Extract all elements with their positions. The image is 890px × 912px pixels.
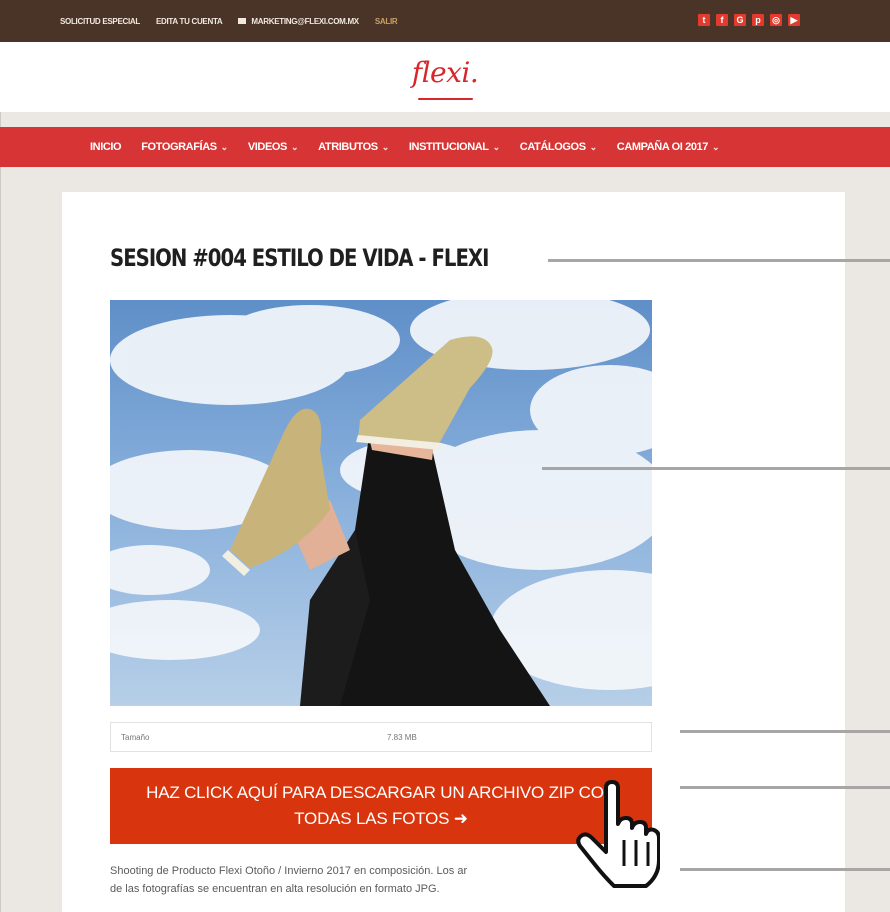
- site-logo[interactable]: flexi.: [0, 56, 890, 89]
- main-nav: INICIO FOTOGRAFÍAS ⌄ VIDEOS ⌄ ATRIBUTOS ⌄ INSTI…: [0, 127, 890, 167]
- logo-swoosh: [418, 98, 473, 100]
- nav-item-label: INICIO: [90, 141, 122, 153]
- chevron-down-icon: ⌄: [220, 142, 229, 152]
- nav-item-videos[interactable]: VIDEOS ⌄: [247, 141, 299, 153]
- nav-item-label: INSTITUCIONAL: [408, 141, 489, 153]
- callout-line-button: [680, 786, 890, 789]
- nav-item-label: CAMPAÑA OI 2017: [616, 141, 709, 153]
- description-line-2: de las fotografías se encuentran en alta…: [110, 883, 440, 895]
- chevron-down-icon: ⌄: [712, 142, 720, 152]
- nav-item-catálogos[interactable]: CATÁLOGOS ⌄: [520, 141, 597, 153]
- email-link[interactable]: MARKETING@FLEXI.COM.MX: [238, 16, 359, 26]
- social-links: t f G p ◎ ▶: [698, 14, 800, 26]
- callout-line-title: [548, 259, 890, 262]
- mail-icon: [238, 18, 247, 25]
- youtube-icon[interactable]: ▶: [788, 14, 800, 26]
- top-links: SOLICITUD ESPECIAL EDITA TU CUENTA MARKE…: [60, 0, 398, 42]
- info-table: Tamaño 7.83 MB: [110, 722, 652, 752]
- callout-line-photo: [542, 467, 890, 470]
- chevron-down-icon: ⌄: [291, 142, 299, 152]
- callout-line-info: [680, 730, 890, 733]
- nav-item-institucional[interactable]: INSTITUCIONAL ⌄: [409, 141, 500, 153]
- top-bar: SOLICITUD ESPECIAL EDITA TU CUENTA MARKE…: [0, 0, 890, 42]
- nav-item-fotografías[interactable]: FOTOGRAFÍAS ⌄: [141, 141, 228, 153]
- session-photo[interactable]: [110, 300, 652, 706]
- nav-item-label: CATÁLOGOS: [519, 141, 586, 153]
- description-line-1: Shooting de Producto Flexi Otoño / Invie…: [110, 865, 468, 877]
- nav-items: INICIO FOTOGRAFÍAS ⌄ VIDEOS ⌄ ATRIBUTOS ⌄ INSTI…: [90, 127, 720, 167]
- chevron-down-icon: ⌄: [492, 142, 501, 152]
- logout-link[interactable]: SALIR: [375, 17, 398, 26]
- size-label: Tamaño: [121, 733, 150, 742]
- nav-item-inicio[interactable]: INICIO: [90, 141, 122, 153]
- nav-item-label: VIDEOS: [247, 141, 288, 153]
- instagram-icon[interactable]: ◎: [770, 14, 782, 26]
- page-title: SESION #004 ESTILO DE VIDA - FLEXI: [110, 244, 489, 272]
- hand-pointer-icon: [576, 780, 661, 895]
- facebook-icon[interactable]: f: [716, 14, 728, 26]
- edit-account-link[interactable]: EDITA TU CUENTA: [156, 17, 223, 26]
- email-text: MARKETING@FLEXI.COM.MX: [251, 16, 359, 26]
- chevron-down-icon: ⌄: [589, 142, 598, 152]
- pinterest-icon[interactable]: p: [752, 14, 764, 26]
- google-plus-icon[interactable]: G: [734, 14, 746, 26]
- chevron-down-icon: ⌄: [381, 142, 390, 152]
- download-zip-button[interactable]: HAZ CLICK AQUÍ PARA DESCARGAR UN ARCHIVO…: [110, 768, 652, 844]
- nav-item-label: FOTOGRAFÍAS: [141, 141, 217, 153]
- download-line-2: TODAS LAS FOTOS ➜: [294, 809, 468, 828]
- special-request-link[interactable]: SOLICITUD ESPECIAL: [60, 17, 140, 26]
- size-value: 7.83 MB: [387, 733, 417, 742]
- nav-item-atributos[interactable]: ATRIBUTOS ⌄: [318, 141, 389, 153]
- logo-bar: flexi.: [0, 42, 890, 112]
- twitter-icon[interactable]: t: [698, 14, 710, 26]
- nav-item-campaña-oi-2017[interactable]: CAMPAÑA OI 2017 ⌄: [616, 141, 720, 153]
- callout-line-description: [680, 868, 890, 871]
- sneakers-in-sky-image: [110, 300, 652, 706]
- download-line-1: HAZ CLICK AQUÍ PARA DESCARGAR UN ARCHIVO…: [146, 783, 616, 802]
- session-description: Shooting de Producto Flexi Otoño / Invie…: [110, 862, 650, 898]
- nav-item-label: ATRIBUTOS: [318, 141, 378, 153]
